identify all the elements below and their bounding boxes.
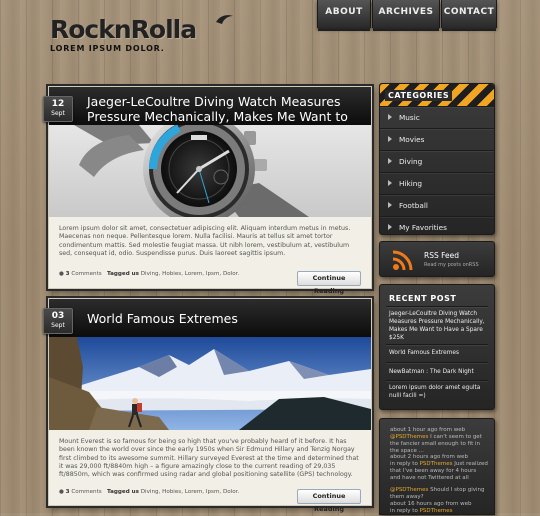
recent-posts-title: RECENT POST [389,294,457,303]
arrow-right-icon [388,202,392,208]
rss-subtitle: Read my posts onRSS [424,262,479,268]
tweet-user[interactable]: @PSDThemes [390,487,428,493]
recent-posts-widget: RECENT POST Jaeger-LeCoultre Diving Watc… [379,284,495,410]
category-item-movies[interactable]: Movies [380,128,494,150]
logo-swoosh-icon [216,15,233,24]
category-item-diving[interactable]: Diving [380,150,494,172]
watch-illustration [49,125,371,217]
category-item-hiking[interactable]: Hiking [380,172,494,194]
category-label: Music [399,113,420,122]
tweet-reply-label: in reply to [390,461,418,467]
category-item-football[interactable]: Football [380,194,494,216]
arrow-right-icon [388,224,392,230]
post-header: 12 Sept Jaeger-LeCoultre Diving Watch Me… [43,87,371,139]
arrow-right-icon [388,114,392,120]
post-date-badge: 12 Sept [43,96,73,122]
post-day: 12 [51,99,65,109]
category-item-favorites[interactable]: My Favorities [380,216,494,238]
category-label: My Favorities [399,223,447,232]
recent-post-link[interactable]: World Famous Extremes [389,349,488,357]
post-day: 03 [51,311,65,321]
post-meta: ● 3 Comments Tagged us Diving, Hobies, L… [59,271,239,277]
comment-icon: ● [59,489,64,495]
comment-count: 3 [65,271,70,277]
post-tags[interactable]: Diving, Hobies, Lorem, Ipsm, Dolor. [141,271,239,277]
comments-link[interactable]: Comments [71,271,101,277]
site-tagline: LOREM IPSUM DOLOR. [50,44,165,53]
post-excerpt: Mount Everest is so famous for being so … [59,438,359,479]
post-tags[interactable]: Diving, Hobies, Lorem, Ipsm, Dolor. [141,489,239,495]
twitter-widget: about 1 hour ago from web @PSDThemes I c… [379,418,495,515]
category-label: Diving [399,157,423,166]
post-month: Sept [51,322,65,329]
category-label: Football [399,201,428,210]
tweet: @PSDThemes Should I stop giving them awa… [390,487,488,501]
tweet-user[interactable]: PSDThemes [420,508,453,514]
post-image-mountain[interactable] [49,337,371,430]
categories-title: CATEGORIES [385,90,453,101]
divider [386,380,488,381]
post-image-watch[interactable] [49,125,371,217]
divider [386,306,488,307]
site-logo[interactable]: RocknRolla [50,15,197,44]
continue-reading-button[interactable]: Continue Reading [297,489,361,513]
post-title[interactable]: World Famous Extremes [87,311,361,326]
comment-count: 3 [65,489,70,495]
tweet-reply-label: in reply to [390,508,418,514]
continue-reading-button[interactable]: Continue Reading [297,271,361,295]
post-card: 12 Sept Jaeger-LeCoultre Diving Watch Me… [43,86,372,295]
category-label: Movies [399,135,425,144]
divider [386,362,488,363]
category-label: Hiking [399,179,423,188]
tweet: about 1 hour ago from web @PSDThemes I c… [390,427,488,455]
tweet-user[interactable]: PSDThemes [420,461,453,467]
nav-contact[interactable]: CONTACT [441,0,497,31]
comments-link[interactable]: Comments [71,489,101,495]
comment-icon: ● [59,271,64,277]
post-card: 03 Sept World Famous Extremes Mount Ever… [43,298,372,513]
categories-header: CATEGORIES [380,84,494,106]
recent-post-link[interactable]: Jaeger-LeCoultre Diving Watch Measures P… [389,310,488,342]
tweet-time: about 2 hours ago from web [390,454,468,460]
post-header: 03 Sept World Famous Extremes [43,299,371,337]
tweet: about 2 hours ago from web in reply to P… [390,454,488,482]
post-month: Sept [51,110,65,117]
divider [386,344,488,345]
tweet-user[interactable]: @PSDThemes [390,434,428,440]
mountain-illustration [49,337,371,430]
arrow-right-icon [388,158,392,164]
category-item-music[interactable]: Music [380,106,494,128]
arrow-right-icon [388,180,392,186]
categories-widget: CATEGORIES Music Movies Diving Hiking Fo… [379,83,495,235]
arrow-right-icon [388,136,392,142]
tagged-label: Tagged us [107,489,139,495]
post-date-badge: 03 Sept [43,308,73,334]
nav-about[interactable]: ABOUT [317,0,371,31]
tweet-time: about 16 hours ago from web [390,501,472,507]
rss-widget[interactable]: RSS Feed Read my posts onRSS [379,241,495,277]
recent-post-link[interactable]: NewBatman : The Dark Night [389,368,488,376]
rss-icon [392,250,413,271]
recent-post-link[interactable]: Lorem ipsum dolor amet egulta nulli faci… [389,384,488,400]
nav-archives[interactable]: ARCHIVES [372,0,440,31]
tagged-label: Tagged us [107,271,139,277]
rss-title[interactable]: RSS Feed [424,251,459,260]
post-meta: ● 3 Comments Tagged us Diving, Hobies, L… [59,489,239,495]
tweet-time: about 1 hour ago from web [390,427,466,433]
post-excerpt: Lorem ipsum dolor sit amet, consectetuer… [59,225,351,257]
